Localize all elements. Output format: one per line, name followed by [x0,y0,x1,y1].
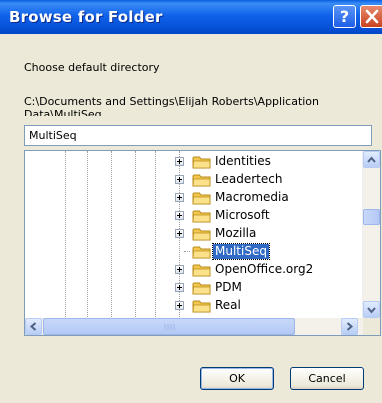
arrow-down-icon [367,307,376,314]
tree-connector [184,251,190,252]
expand-plus-icon[interactable] [175,193,184,202]
tree-item-label: Mozilla [215,226,257,240]
folder-icon [192,228,211,241]
expand-plus-icon[interactable] [175,229,184,238]
expand-plus-icon[interactable] [175,265,184,274]
scroll-thumb[interactable] [363,209,380,225]
expand-plus-icon[interactable] [175,175,184,184]
tree-guide-line [87,151,88,321]
grip-icon [164,324,175,330]
tree-guide-line [111,151,112,321]
expand-plus-icon[interactable] [175,211,184,220]
scrollbar-corner [363,318,380,335]
folder-icon [192,174,211,187]
window-title: Browse for Folder [9,8,163,26]
help-icon: ? [340,7,349,26]
arrow-up-icon [367,156,376,163]
scroll-down-button[interactable] [363,301,380,318]
tree-guide-line [155,151,156,321]
folder-icon [192,192,211,205]
folder-icon [192,282,211,295]
folder-icon [192,156,211,169]
cancel-button[interactable]: Cancel [290,367,364,390]
tree-item-label: PDM [215,280,242,294]
tree-item-label: Macromedia [215,190,289,204]
help-button[interactable]: ? [333,5,356,28]
folder-icon [192,210,211,223]
folder-name-input[interactable]: MultiSeq [24,125,372,146]
tree-item-label: Leadertech [215,172,283,186]
arrow-right-icon [346,322,354,331]
tree-item-label: OpenOffice.org2 [215,262,314,276]
ok-button[interactable]: OK [200,367,274,390]
folder-icon [192,264,211,277]
instruction-label: Choose default directory [24,61,160,74]
tree-item-label: Real [215,298,241,312]
expand-plus-icon[interactable] [175,283,184,292]
close-button[interactable] [360,5,382,28]
titlebar[interactable]: Browse for Folder ? [0,0,382,34]
current-path-label: C:\Documents and Settings\Elijah Roberts… [24,95,320,116]
scroll-right-button[interactable] [341,318,358,335]
expand-plus-icon[interactable] [175,301,184,310]
folder-tree[interactable]: Identities Leadertech Macromedia Microsoft M… [24,150,381,336]
scroll-left-button[interactable] [25,318,42,335]
tree-guide-line [65,151,66,321]
horizontal-scrollbar[interactable] [25,318,363,335]
folder-icon [192,246,211,259]
scroll-up-button[interactable] [363,151,380,168]
expand-plus-icon[interactable] [175,157,184,166]
vertical-scrollbar[interactable] [362,151,380,318]
tree-item-label: Microsoft [215,208,270,222]
arrow-left-icon [29,322,37,331]
close-icon [365,9,379,24]
tree-item-label: Identities [215,154,271,168]
folder-icon [192,300,211,313]
tree-item-label: MultiSeq [212,243,270,260]
svg-text:?: ? [340,7,349,26]
horizontal-scroll-thumb[interactable] [43,318,295,335]
tree-guide-line [135,151,136,321]
